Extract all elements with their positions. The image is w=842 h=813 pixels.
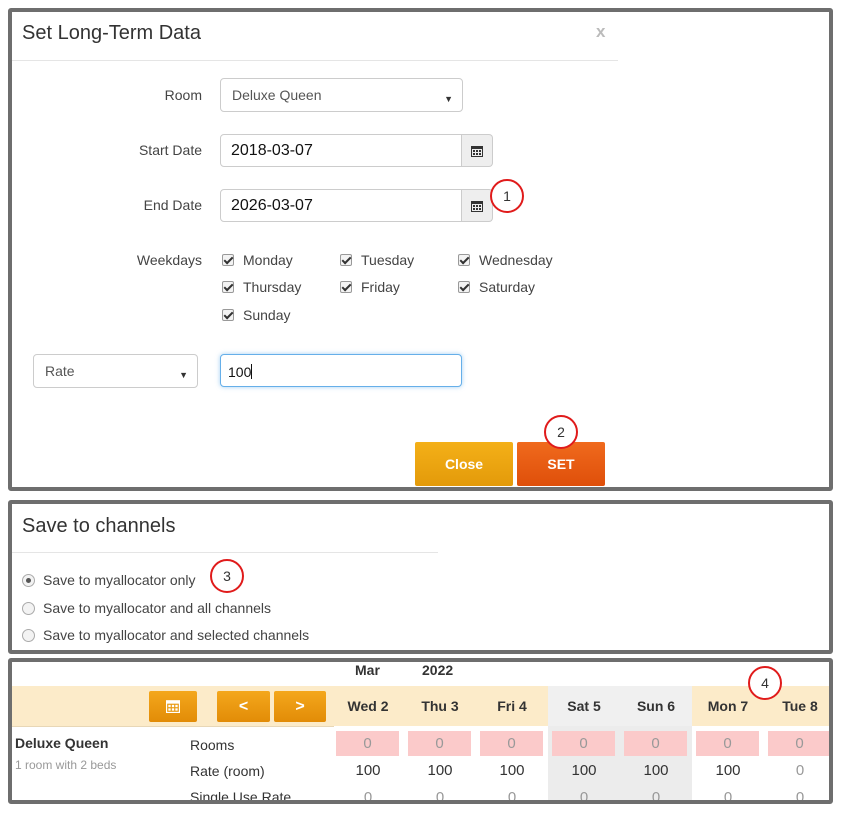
single-use-cell[interactable]: 0 (332, 789, 404, 800)
rooms-cell[interactable]: 0 (480, 731, 543, 756)
start-date-input[interactable]: 2018-03-07 (220, 134, 462, 167)
modal-title: Set Long-Term Data (22, 22, 201, 44)
day-header: Thu 3 (421, 698, 459, 714)
room-description: 1 room with 2 beds (15, 758, 117, 772)
rooms-cell[interactable]: 0 (336, 731, 399, 756)
close-button[interactable]: Close (415, 442, 513, 486)
room-name: Deluxe Queen (15, 735, 109, 751)
radio-icon (22, 602, 35, 615)
row-separator (12, 726, 334, 727)
rate-cell[interactable]: 100 (620, 762, 692, 779)
checkbox-checked-icon (340, 281, 352, 293)
checkbox-checked-icon (340, 254, 352, 266)
day-header: Wed 2 (347, 698, 389, 714)
end-date-calendar-button[interactable] (462, 189, 493, 222)
field-type-select[interactable]: Rate ▼ (33, 354, 198, 388)
day-header: Sun 6 (620, 686, 692, 726)
rate-cell[interactable]: 0 (764, 762, 829, 779)
checkbox-saturday[interactable]: Saturday (458, 279, 535, 295)
weekdays-label: Weekdays (136, 252, 202, 268)
row-label-rooms: Rooms (190, 737, 235, 753)
single-use-cell[interactable]: 0 (404, 789, 476, 800)
text-cursor (251, 364, 253, 379)
single-use-cell[interactable]: 0 (692, 789, 764, 800)
calendar-picker-button[interactable] (149, 691, 197, 722)
radio-all-channels[interactable]: Save to myallocator and all channels (22, 600, 271, 616)
checkbox-checked-icon (458, 254, 470, 266)
chevron-down-icon: ▼ (444, 94, 453, 104)
rate-cell[interactable]: 100 (332, 762, 404, 779)
day-header: Fri 4 (497, 698, 527, 714)
radio-selected-channels[interactable]: Save to myallocator and selected channel… (22, 627, 309, 643)
room-select[interactable]: Deluxe Queen ▼ (220, 78, 463, 112)
callout-1: 1 (490, 179, 524, 213)
day-header: Sat 5 (548, 686, 620, 726)
long-term-data-modal: Set Long-Term Data x Room Deluxe Queen ▼… (8, 8, 833, 491)
field-type-value: Rate (45, 363, 75, 379)
rooms-cell[interactable]: 0 (408, 731, 471, 756)
single-use-cell[interactable]: 0 (548, 789, 620, 800)
field-value-input[interactable]: 100 (220, 354, 462, 387)
end-date-label: End Date (143, 197, 202, 213)
channels-title: Save to channels (22, 515, 176, 537)
checkbox-thursday[interactable]: Thursday (222, 279, 301, 295)
start-date-label: Start Date (138, 142, 202, 158)
rooms-cell[interactable]: 0 (696, 731, 759, 756)
single-use-cell[interactable]: 0 (764, 789, 829, 800)
checkbox-sunday[interactable]: Sunday (222, 307, 290, 323)
channels-divider (12, 552, 438, 553)
calendar-icon (471, 201, 483, 212)
calendar-panel: Mar 2022 < > Wed 2 0 100 0 Thu 3 0 100 0 Fri 401… (8, 658, 833, 804)
rooms-cell[interactable]: 0 (768, 731, 829, 756)
radio-icon (22, 629, 35, 642)
checkbox-tuesday[interactable]: Tuesday (340, 252, 414, 268)
calendar-icon (471, 146, 483, 157)
chevron-down-icon: ▼ (179, 370, 188, 380)
checkbox-friday[interactable]: Friday (340, 279, 400, 295)
rooms-cell[interactable]: 0 (624, 731, 687, 756)
checkbox-checked-icon (222, 309, 234, 321)
rate-cell[interactable]: 100 (548, 762, 620, 779)
rate-cell[interactable]: 100 (692, 762, 764, 779)
header-divider (12, 60, 618, 61)
calendar-icon (166, 700, 180, 713)
room-select-value: Deluxe Queen (232, 87, 322, 103)
callout-3: 3 (210, 559, 244, 593)
checkbox-checked-icon (222, 254, 234, 266)
checkbox-monday[interactable]: Monday (222, 252, 293, 268)
radio-myallocator-only[interactable]: Save to myallocator only (22, 572, 196, 588)
checkbox-wednesday[interactable]: Wednesday (458, 252, 553, 268)
prev-button[interactable]: < (217, 691, 270, 722)
calendar-month: Mar (355, 662, 380, 678)
start-date-calendar-button[interactable] (462, 134, 493, 167)
row-label-single-use: Single Use Rate (190, 789, 292, 804)
callout-2: 2 (544, 415, 578, 449)
room-label: Room (164, 87, 202, 103)
rate-cell[interactable]: 100 (476, 762, 548, 779)
radio-selected-icon (22, 574, 35, 587)
calendar-year: 2022 (422, 662, 454, 678)
next-button[interactable]: > (274, 691, 326, 722)
checkbox-checked-icon (222, 281, 234, 293)
callout-4: 4 (748, 666, 782, 700)
rooms-cell[interactable]: 0 (552, 731, 615, 756)
end-date-input[interactable]: 2026-03-07 (220, 189, 462, 222)
save-to-channels-panel: Save to channels Save to myallocator onl… (8, 500, 833, 654)
single-use-cell[interactable]: 0 (620, 789, 692, 800)
rate-cell[interactable]: 100 (404, 762, 476, 779)
checkbox-checked-icon (458, 281, 470, 293)
row-label-rate: Rate (room) (190, 763, 265, 779)
close-x-icon[interactable]: x (596, 22, 605, 42)
single-use-cell[interactable]: 0 (476, 789, 548, 800)
